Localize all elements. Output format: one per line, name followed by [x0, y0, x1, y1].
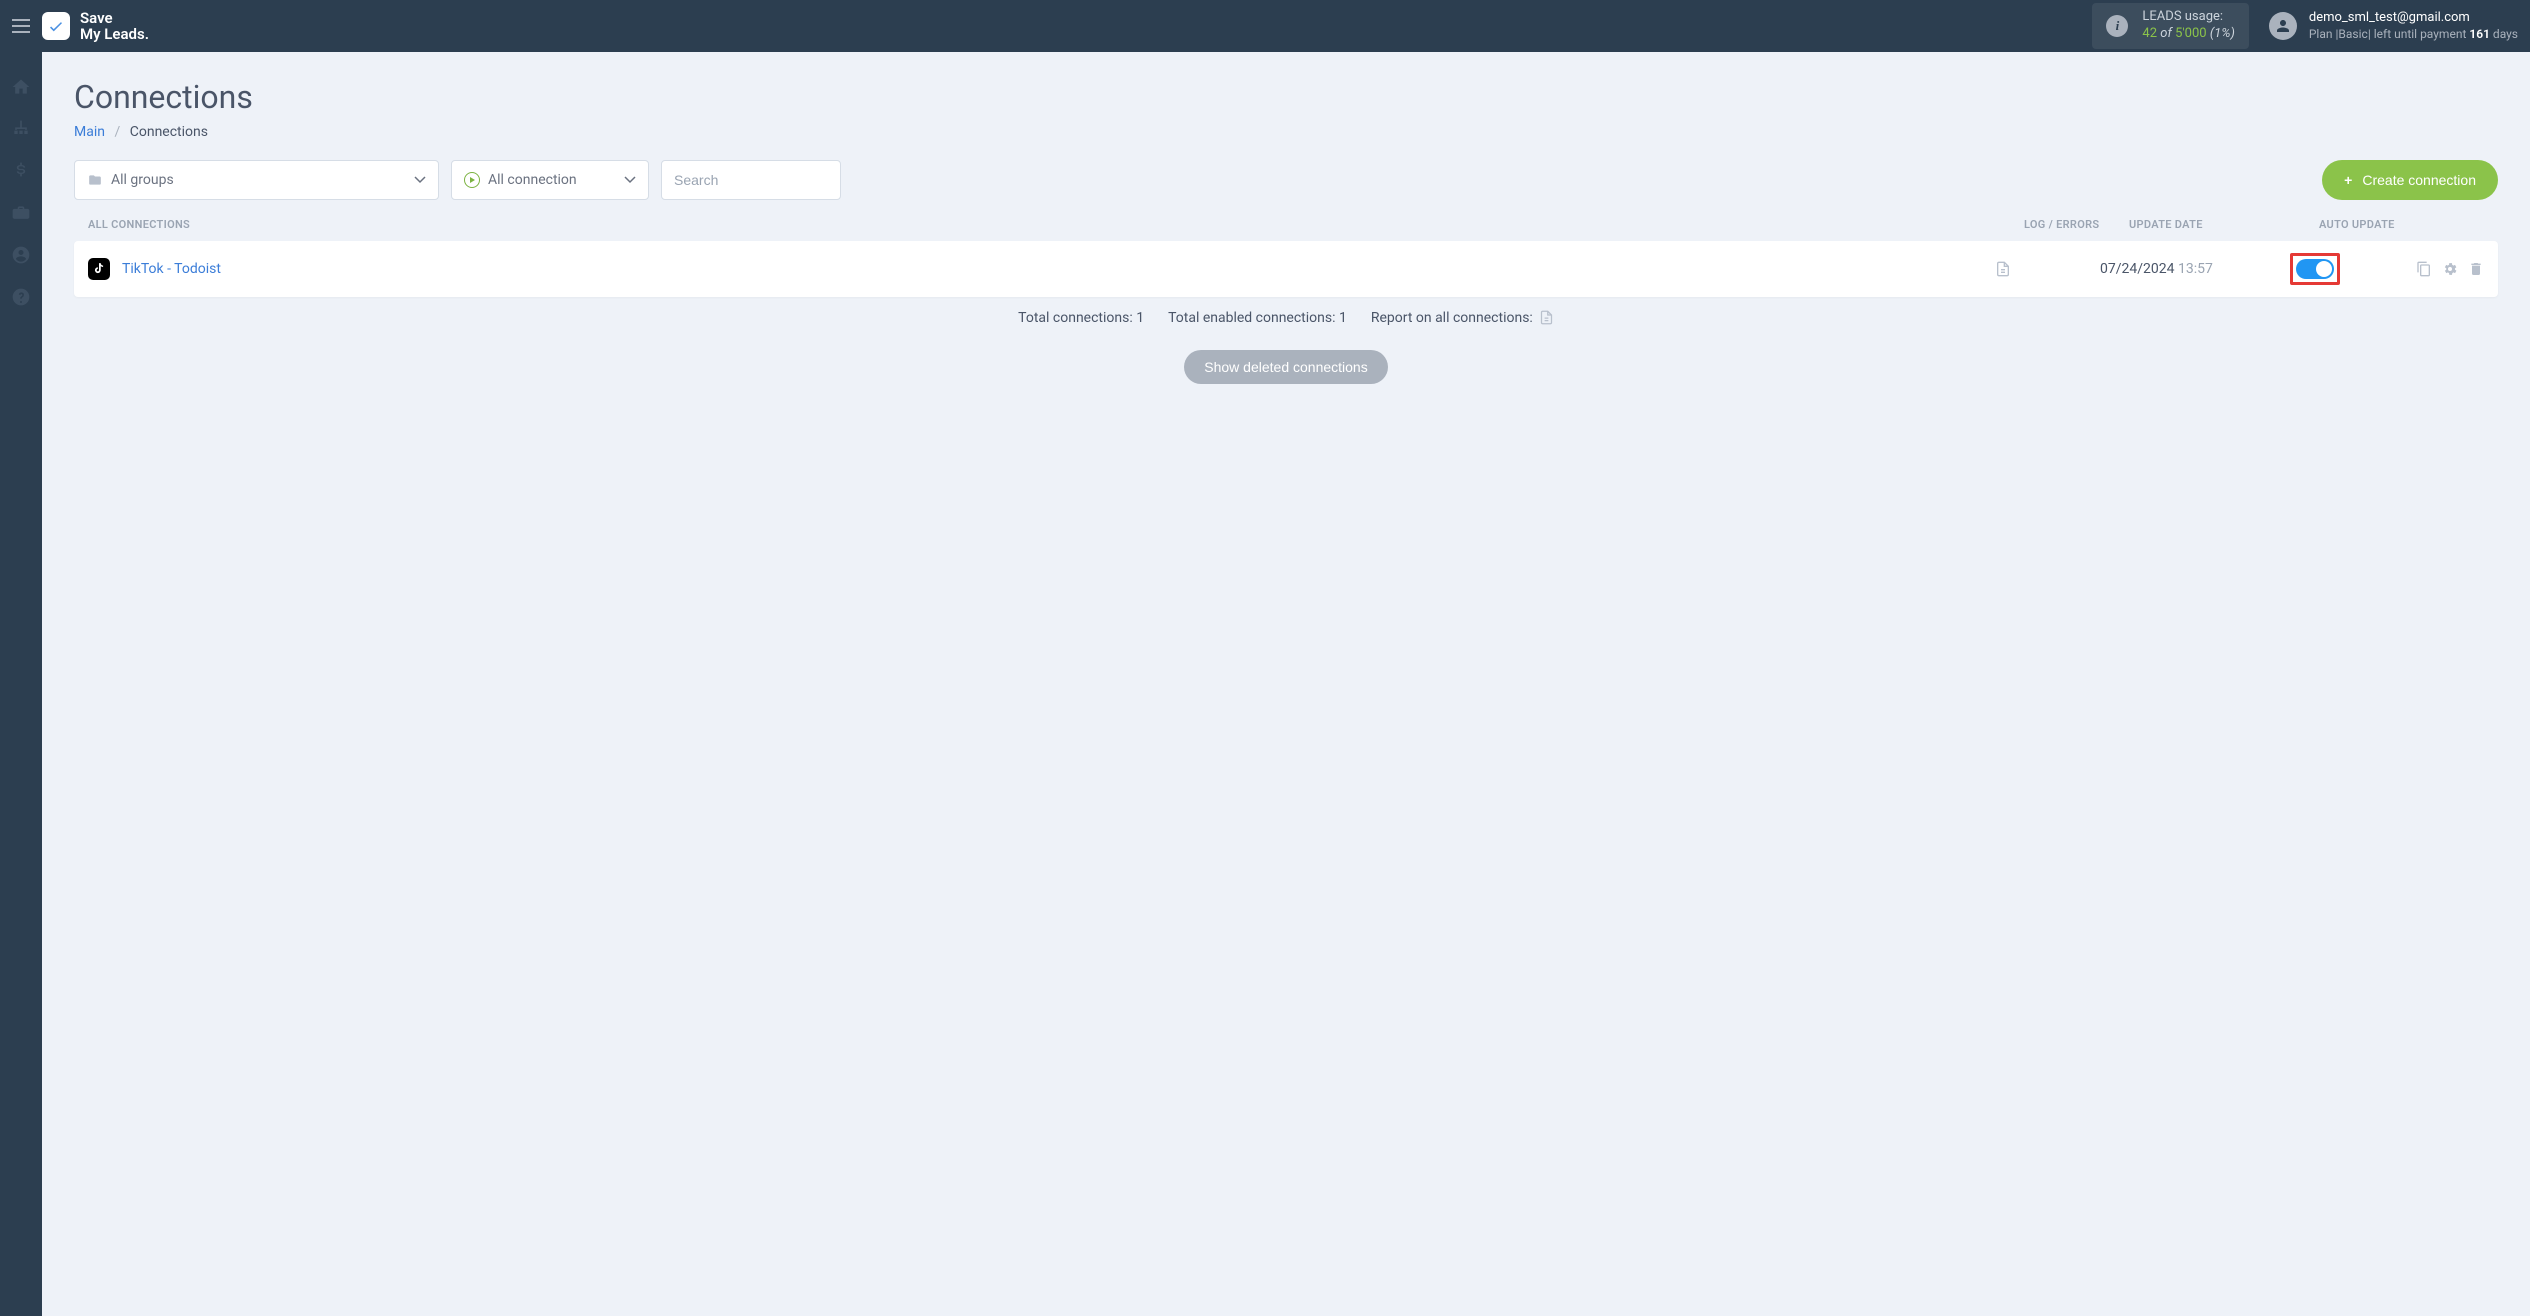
- chevron-down-icon: [624, 176, 636, 184]
- leads-usage-badge: i LEADS usage: 42 of 5'000 (1%): [2092, 3, 2248, 49]
- row-actions: [2416, 261, 2484, 277]
- user-plan: Plan |Basic| left until payment 161 days: [2309, 27, 2518, 43]
- user-menu[interactable]: demo_sml_test@gmail.com Plan |Basic| lef…: [2269, 10, 2518, 42]
- tiktok-icon: [88, 258, 110, 280]
- leads-of: of: [2160, 26, 2172, 41]
- status-label: All connection: [488, 172, 577, 188]
- breadcrumb-current: Connections: [130, 124, 208, 140]
- toggle-highlight-box: [2290, 253, 2340, 285]
- leads-total: 5'000: [2175, 26, 2207, 41]
- row-date-cell: 07/24/2024 13:57: [2100, 261, 2290, 277]
- sidebar-help-icon[interactable]: [10, 286, 32, 308]
- copy-icon[interactable]: [2416, 261, 2432, 277]
- chevron-down-icon: [414, 176, 426, 184]
- logo[interactable]: Save My Leads.: [42, 10, 149, 43]
- breadcrumb-separator: /: [114, 124, 120, 140]
- col-header-auto: AUTO UPDATE: [2319, 218, 2484, 231]
- logo-text: Save My Leads.: [80, 10, 149, 43]
- filters-row: All groups All connection + Create conne…: [74, 160, 2498, 200]
- breadcrumb-main-link[interactable]: Main: [74, 124, 105, 140]
- show-deleted-button[interactable]: Show deleted connections: [1184, 350, 1387, 384]
- col-header-name: ALL CONNECTIONS: [88, 218, 2024, 231]
- sidebar-user-icon[interactable]: [10, 244, 32, 266]
- summary-row: Total connections: 1 Total enabled conne…: [74, 309, 2498, 326]
- connection-row: TikTok - Todoist 07/24/2024 13:57: [74, 241, 2498, 297]
- breadcrumb: Main / Connections: [74, 124, 2498, 140]
- folder-icon: [87, 173, 103, 187]
- delete-trash-icon[interactable]: [2468, 261, 2484, 277]
- connection-title-link[interactable]: TikTok - Todoist: [122, 261, 1995, 277]
- row-log-cell: [1995, 260, 2100, 278]
- sidebar-nav: [0, 52, 42, 1316]
- sidebar-briefcase-icon[interactable]: [10, 202, 32, 224]
- search-input[interactable]: [661, 160, 841, 200]
- row-auto-cell: [2290, 253, 2376, 285]
- groups-dropdown[interactable]: All groups: [74, 160, 439, 200]
- col-header-log: LOG / ERRORS: [2024, 218, 2129, 231]
- status-dropdown[interactable]: All connection: [451, 160, 649, 200]
- create-connection-button[interactable]: + Create connection: [2322, 160, 2498, 200]
- play-circle-icon: [464, 172, 480, 188]
- table-header: ALL CONNECTIONS LOG / ERRORS UPDATE DATE…: [74, 218, 2498, 241]
- leads-label: LEADS usage:: [2142, 9, 2234, 26]
- col-header-date: UPDATE DATE: [2129, 218, 2319, 231]
- page-title: Connections: [74, 78, 2498, 116]
- auto-update-toggle[interactable]: [2296, 259, 2334, 279]
- settings-gear-icon[interactable]: [2442, 261, 2458, 277]
- sidebar-dollar-icon[interactable]: [10, 160, 32, 182]
- report-document-icon[interactable]: [1539, 309, 1554, 326]
- total-enabled: Total enabled connections: 1: [1168, 310, 1347, 326]
- plus-icon: +: [2344, 172, 2352, 188]
- leads-used: 42: [2142, 26, 2157, 41]
- user-avatar-icon: [2269, 12, 2297, 40]
- main-content: Connections Main / Connections All group…: [42, 52, 2530, 410]
- hamburger-menu-icon[interactable]: [12, 19, 30, 33]
- sidebar-home-icon[interactable]: [10, 76, 32, 98]
- logo-check-icon: [42, 12, 70, 40]
- user-email: demo_sml_test@gmail.com: [2309, 10, 2518, 27]
- leads-percent: (1%): [2210, 26, 2235, 41]
- log-document-icon[interactable]: [1995, 260, 2100, 278]
- info-icon: i: [2106, 15, 2128, 37]
- total-connections: Total connections: 1: [1018, 310, 1144, 326]
- report-all: Report on all connections:: [1371, 309, 1554, 326]
- groups-label: All groups: [111, 172, 174, 188]
- sidebar-sitemap-icon[interactable]: [10, 118, 32, 140]
- top-header: Save My Leads. i LEADS usage: 42 of 5'00…: [0, 0, 2530, 52]
